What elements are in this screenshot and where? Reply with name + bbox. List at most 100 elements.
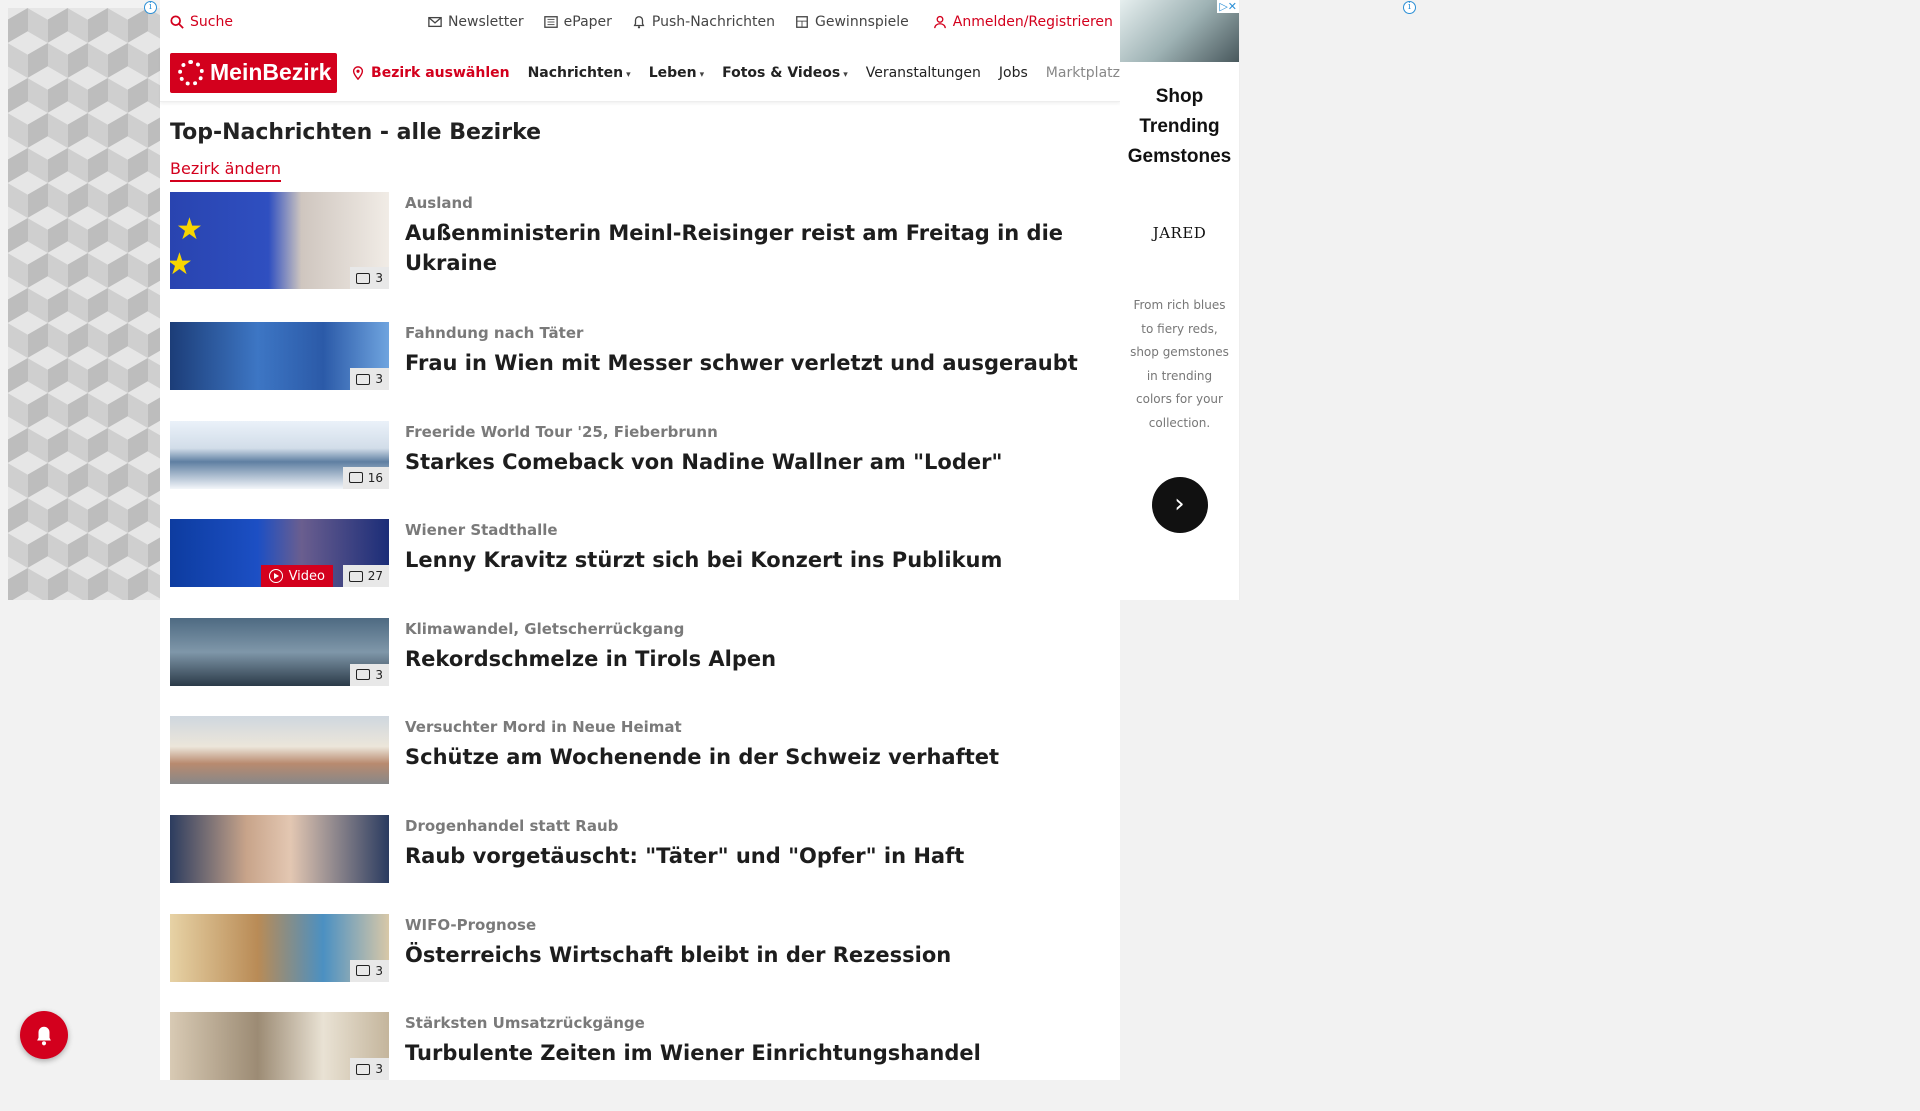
gewinnspiele-link[interactable]: Gewinnspiele <box>795 14 909 30</box>
article-kicker: Ausland <box>405 194 473 212</box>
bell-icon <box>37 1026 51 1046</box>
newsletter-link[interactable]: Newsletter <box>428 14 524 30</box>
article-kicker: Freeride World Tour '25, Fieberbrunn <box>405 422 718 441</box>
article-headline[interactable]: Raub vorgetäuscht: "Täter" und "Opfer" i… <box>405 841 1085 871</box>
article-thumbnail[interactable] <box>170 716 389 785</box>
list-item[interactable]: 3 Stärksten Umsatzrückgänge Turbulente Z… <box>170 1012 1110 1111</box>
article-headline[interactable]: Starkes Comeback von Nadine Wallner am "… <box>405 447 1085 477</box>
article-thumbnail[interactable] <box>170 814 389 883</box>
photo-count-badge: 3 <box>350 368 389 390</box>
video-label: Video <box>288 568 325 584</box>
ad-product-image: ▷✕ <box>1120 0 1239 62</box>
notification-bell-button[interactable] <box>20 1011 68 1059</box>
nav-nachrichten[interactable]: Nachrichten ▾ <box>528 65 631 81</box>
login-label: Anmelden/Registrieren <box>952 14 1113 30</box>
nav-fotos-videos[interactable]: Fotos & Videos ▾ <box>722 65 848 81</box>
ad-headline-line: Gemstones <box>1127 146 1232 167</box>
photo-count: 3 <box>375 372 383 386</box>
star-icon: ★ <box>176 212 203 247</box>
article-list: ★ ★ 3 Ausland Außenministerin Meinl-Reis… <box>170 192 1110 1111</box>
select-bezirk-button[interactable]: Bezirk auswählen <box>351 65 510 81</box>
push-link[interactable]: Push-Nachrichten <box>632 14 775 30</box>
utility-links: Newsletter ePaper Push-Nachrichten Gewin… <box>428 14 909 30</box>
main-navigation: MeinBezirk Bezirk auswählen Nachrichten ▾… <box>160 44 1120 102</box>
right-display-ad[interactable]: ▷✕ Shop Trending Gemstones JARED From ri… <box>1120 0 1240 600</box>
article-headline[interactable]: Österreichs Wirtschaft bleibt in der Rez… <box>405 940 1085 970</box>
mail-icon <box>428 16 442 28</box>
article-kicker: Drogenhandel statt Raub <box>405 816 619 835</box>
photo-count-badge: 3 <box>350 267 389 289</box>
adchoices-badge[interactable]: ▷✕ <box>1217 0 1239 13</box>
newspaper-icon <box>543 16 558 28</box>
photo-count-badge: 16 <box>342 466 389 489</box>
main-content: Suche Newsletter ePaper Push-Nachrichten… <box>160 0 1120 1081</box>
photo-count: 3 <box>375 963 383 978</box>
nav-leben-label: Leben <box>648 64 697 81</box>
article-kicker: WIFO-Prognose <box>405 915 537 934</box>
ad-cta-arrow-button[interactable]: › <box>1151 477 1208 533</box>
newsletter-label: Newsletter <box>447 14 524 30</box>
push-label: Push-Nachrichten <box>651 14 776 30</box>
article-headline[interactable]: Rekordschmelze in Tirols Alpen <box>405 644 1085 674</box>
chevron-down-icon: ▾ <box>699 69 705 80</box>
ad-headline-line: Trending <box>1139 116 1220 137</box>
ad-headline-line: Shop <box>1155 86 1204 107</box>
gift-icon <box>796 16 808 28</box>
photo-count-badge: 3 <box>350 1058 389 1081</box>
select-bezirk-label: Bezirk auswählen <box>371 64 510 81</box>
photo-count-badge: 3 <box>350 959 389 982</box>
article-thumbnail[interactable]: 3 <box>170 322 389 390</box>
login-link[interactable]: Anmelden/Registrieren <box>933 14 1113 30</box>
camera-icon <box>356 965 371 977</box>
photo-count: 3 <box>375 271 383 285</box>
camera-icon <box>356 373 371 385</box>
photo-count: 16 <box>367 470 383 485</box>
article-thumbnail[interactable]: 16 <box>170 420 389 489</box>
article-thumbnail[interactable]: 3 <box>170 1012 389 1081</box>
top-bar: Suche Newsletter ePaper Push-Nachrichten… <box>160 0 1120 44</box>
article-headline[interactable]: Lenny Kravitz stürzt sich bei Konzert in… <box>405 545 1085 575</box>
camera-icon <box>356 272 371 284</box>
article-kicker: Stärksten Umsatzrückgänge <box>405 1014 645 1033</box>
list-item[interactable]: Versuchter Mord in Neue Heimat Schütze a… <box>170 716 1110 815</box>
logo-text: MeinBezirk <box>210 59 332 85</box>
ad-info-icon[interactable]: i <box>144 1 157 14</box>
user-icon <box>933 15 946 29</box>
article-headline[interactable]: Außenministerin Meinl-Reisinger reist am… <box>405 218 1085 278</box>
list-item[interactable]: 3 Fahndung nach Täter Frau in Wien mit M… <box>170 322 1110 421</box>
article-thumbnail[interactable]: Video 27 <box>170 519 389 588</box>
search-label: Suche <box>190 14 233 30</box>
article-kicker: Klimawandel, Gletscherrückgang <box>405 619 685 638</box>
nav-jobs[interactable]: Jobs <box>999 65 1028 81</box>
nav-marktplatz[interactable]: Marktplatz <box>1046 65 1120 81</box>
article-thumbnail[interactable]: ★ ★ 3 <box>170 192 389 289</box>
article-thumbnail[interactable]: 3 <box>170 617 389 686</box>
nav-leben[interactable]: Leben ▾ <box>649 65 704 81</box>
logo-sun-icon <box>178 59 204 86</box>
ad-headline: Shop Trending Gemstones <box>1120 82 1239 172</box>
search-link[interactable]: Suche <box>170 14 233 30</box>
list-item[interactable]: 16 Freeride World Tour '25, Fieberbrunn … <box>170 420 1110 520</box>
camera-icon <box>348 472 363 484</box>
change-bezirk-link[interactable]: Bezirk ändern <box>170 159 281 182</box>
camera-icon <box>356 669 371 681</box>
ad-copy: From rich blues to fiery reds, shop gems… <box>1130 298 1229 430</box>
site-logo[interactable]: MeinBezirk <box>170 52 338 93</box>
ad-info-icon[interactable]: i <box>1403 1 1416 14</box>
article-headline[interactable]: Turbulente Zeiten im Wiener Einrichtungs… <box>405 1038 1085 1068</box>
epaper-link[interactable]: ePaper <box>543 14 612 30</box>
article-kicker: Versuchter Mord in Neue Heimat <box>405 718 682 737</box>
left-skyscraper-ad[interactable] <box>8 8 160 600</box>
article-headline[interactable]: Schütze am Wochenende in der Schweiz ver… <box>405 742 1085 772</box>
list-item[interactable]: ★ ★ 3 Ausland Außenministerin Meinl-Reis… <box>170 192 1110 322</box>
photo-count-badge: 3 <box>350 663 389 686</box>
article-thumbnail[interactable]: 3 <box>170 913 389 982</box>
article-headline[interactable]: Frau in Wien mit Messer schwer verletzt … <box>405 348 1085 378</box>
list-item[interactable]: Video 27 Wiener Stadthalle Lenny Kravitz… <box>170 519 1110 618</box>
list-item[interactable]: 3 WIFO-Prognose Österreichs Wirtschaft b… <box>170 913 1110 1013</box>
page-title: Top-Nachrichten - alle Bezirke <box>170 120 542 145</box>
list-item[interactable]: Drogenhandel statt Raub Raub vorgetäusch… <box>170 814 1110 914</box>
list-item[interactable]: 3 Klimawandel, Gletscherrückgang Rekords… <box>170 617 1110 717</box>
nav-veranstaltungen[interactable]: Veranstaltungen <box>866 65 981 81</box>
nav-nachrichten-label: Nachrichten <box>527 64 624 81</box>
